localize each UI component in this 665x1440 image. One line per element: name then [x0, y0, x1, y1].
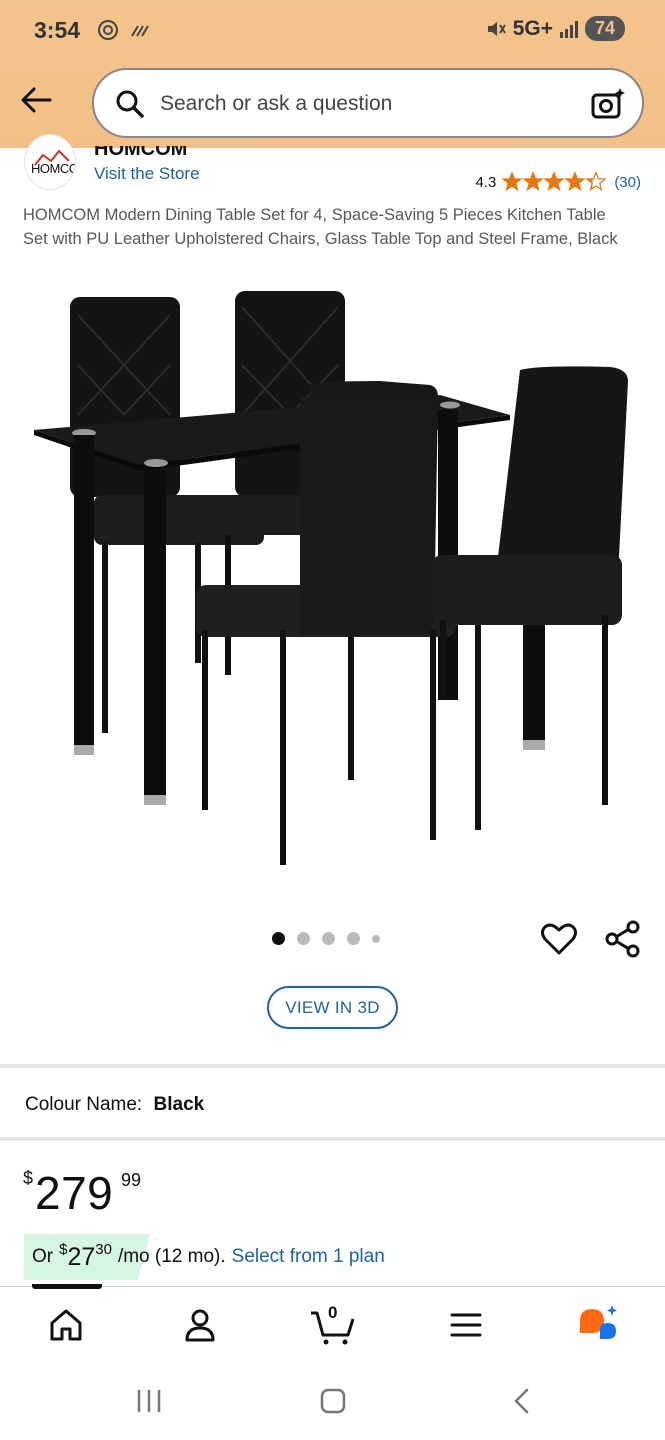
- product-title: HOMCOM Modern Dining Table Set for 4, Sp…: [23, 206, 618, 248]
- carousel-dot[interactable]: [297, 932, 310, 945]
- view-in-3d-button[interactable]: VIEW IN 3D: [267, 986, 398, 1029]
- search-input[interactable]: Search or ask a question: [160, 92, 392, 116]
- price-whole: 279: [35, 1167, 114, 1219]
- rufus-assistant-icon[interactable]: [576, 1303, 620, 1347]
- status-time: 3:54: [34, 17, 81, 43]
- nav-active-indicator: [32, 1284, 102, 1289]
- home-system-icon[interactable]: [318, 1386, 348, 1416]
- carousel-dot[interactable]: [272, 932, 285, 945]
- share-icon[interactable]: [604, 920, 642, 958]
- search-icon: [116, 90, 144, 118]
- monthly-price: $2730: [59, 1240, 112, 1272]
- colour-value: Black: [153, 1094, 205, 1115]
- star-icon: [543, 172, 565, 192]
- star-icon: [502, 172, 523, 192]
- home-icon[interactable]: [44, 1303, 88, 1347]
- monthly-symbol: $: [59, 1240, 68, 1258]
- heart-icon[interactable]: [540, 920, 578, 958]
- recent-apps-icon[interactable]: [134, 1386, 164, 1416]
- back-arrow-icon[interactable]: [18, 82, 54, 118]
- chair-front-right: [432, 366, 628, 830]
- carousel-dot[interactable]: [322, 932, 335, 945]
- colour-label: Colour Name:: [25, 1094, 143, 1115]
- star-icon: [522, 172, 544, 192]
- rating-stars: [502, 172, 607, 192]
- cart-button[interactable]: 0: [308, 1303, 358, 1347]
- header: 3:54 5G+ 74 Search or ask a question: [0, 0, 665, 148]
- status-right: 5G+ 74: [485, 16, 625, 41]
- status-app-icons: [96, 18, 152, 42]
- search-bar[interactable]: Search or ask a question: [92, 68, 644, 138]
- wifi-call-icon: [131, 25, 149, 37]
- carousel-dot[interactable]: [347, 932, 360, 945]
- store-logo-text: HOMCOM: [31, 161, 75, 176]
- account-icon[interactable]: [178, 1303, 222, 1347]
- system-nav-bar: [0, 1364, 665, 1440]
- star-icon: [585, 172, 607, 192]
- visit-store-link[interactable]: Visit the Store: [94, 164, 200, 184]
- signal-icon: [559, 20, 578, 38]
- bottom-nav: 0: [0, 1284, 665, 1364]
- camera-search-icon[interactable]: [590, 86, 626, 122]
- mute-icon: [487, 21, 506, 36]
- network-label: 5G+: [512, 16, 553, 40]
- rating-row[interactable]: 4.3 (30): [475, 172, 641, 192]
- star-icon: [564, 172, 586, 192]
- product-image[interactable]: [20, 285, 645, 875]
- battery-badge: 74: [584, 16, 625, 41]
- menu-icon[interactable]: [444, 1303, 488, 1347]
- cart-count: 0: [328, 1303, 338, 1322]
- back-system-icon[interactable]: [508, 1386, 538, 1416]
- monthly-fraction: 30: [95, 1240, 112, 1258]
- select-plan-link[interactable]: Select from 1 plan: [232, 1246, 385, 1268]
- rating-value: 4.3: [475, 173, 497, 191]
- image-carousel-dots[interactable]: [272, 932, 380, 945]
- store-logo[interactable]: HOMCOM: [24, 134, 76, 190]
- monthly-or: Or: [32, 1246, 54, 1267]
- monthly-term: /mo (12 mo).: [117, 1246, 226, 1267]
- divider: [0, 1137, 665, 1141]
- colour-row: Colour Name: Black: [25, 1094, 204, 1116]
- carousel-dot[interactable]: [372, 934, 380, 943]
- openai-icon: [98, 20, 118, 40]
- rating-count[interactable]: (30): [614, 174, 641, 191]
- price-fraction: 99: [121, 1170, 142, 1190]
- monthly-payment-row: Or $2730 /mo (12 mo). Select from 1 plan: [24, 1234, 385, 1280]
- divider: [0, 1064, 665, 1068]
- price-symbol: $: [23, 1168, 34, 1188]
- monthly-whole: 27: [67, 1242, 96, 1271]
